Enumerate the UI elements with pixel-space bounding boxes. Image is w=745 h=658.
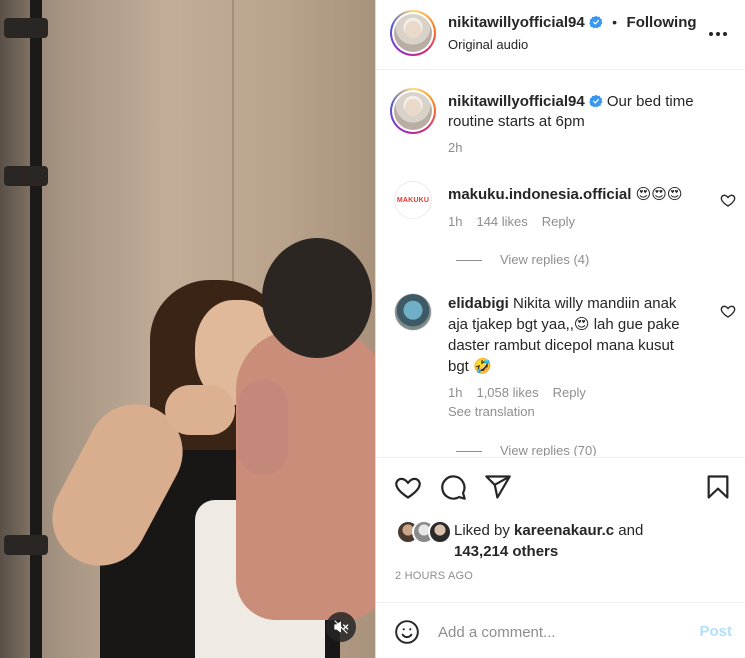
shower-pole-clamp	[4, 18, 48, 38]
heart-icon[interactable]	[720, 303, 736, 319]
likes-text: Liked by kareenakaur.c and 143,214 other…	[454, 520, 643, 562]
liked-by-label: Liked by	[454, 522, 510, 539]
header-user-line: nikitawillyofficial94 • Following	[448, 14, 697, 32]
shower-pole	[30, 0, 42, 658]
header-separator: •	[612, 14, 618, 30]
avatar	[428, 520, 452, 544]
action-bar	[376, 457, 745, 517]
liked-by-user[interactable]: kareenakaur.c	[514, 522, 614, 539]
post-media[interactable]	[0, 0, 375, 658]
caption-timestamp[interactable]: 2h	[448, 140, 462, 155]
author-avatar[interactable]	[390, 10, 436, 56]
add-comment-bar: Post	[376, 602, 745, 658]
emoji-icon[interactable]	[394, 619, 420, 645]
see-translation-link[interactable]: See translation	[448, 404, 535, 419]
likers-avatars[interactable]	[396, 520, 452, 544]
commenter-avatar[interactable]	[394, 293, 432, 331]
shower-pole-clamp	[4, 166, 48, 186]
baby-body	[236, 330, 375, 620]
view-replies-button[interactable]: View replies (4)	[456, 252, 589, 267]
view-replies-button[interactable]: View replies (70)	[456, 443, 597, 456]
original-audio-link[interactable]: Original audio	[448, 37, 528, 52]
woman-hand	[165, 385, 235, 435]
baby-arm	[238, 380, 288, 475]
post-button[interactable]: Post	[699, 623, 732, 640]
reply-button[interactable]: Reply	[553, 385, 586, 400]
comment-meta: 1h 1,058 likes Reply	[448, 385, 600, 400]
audio-muted-icon	[334, 620, 349, 634]
wall-shadow	[0, 0, 30, 658]
comment-icon[interactable]	[439, 473, 467, 501]
following-button[interactable]: Following	[627, 14, 697, 31]
bookmark-icon[interactable]	[704, 473, 732, 501]
verified-badge-icon	[588, 94, 603, 108]
share-icon[interactable]	[484, 473, 512, 501]
comment-input[interactable]	[438, 619, 678, 645]
baby-head	[262, 238, 372, 358]
commenter-avatar[interactable]: MAKUKU	[394, 181, 432, 219]
caption: nikitawillyofficial94 Our bed time routi…	[448, 92, 733, 132]
likes-others-count[interactable]: 143,214 others	[454, 543, 558, 560]
shower-pole-clamp	[4, 535, 48, 555]
commenter-username[interactable]: makuku.indonesia.official	[448, 186, 631, 203]
heart-icon[interactable]	[394, 473, 422, 501]
reply-button[interactable]: Reply	[542, 214, 575, 229]
likes-summary: Liked by kareenakaur.c and 143,214 other…	[376, 517, 745, 567]
comment-text: 😍😍😍	[635, 186, 683, 203]
heart-icon[interactable]	[720, 192, 736, 208]
comment-body: makuku.indonesia.official 😍😍😍	[448, 184, 698, 205]
likes-joiner: and	[618, 522, 644, 539]
comment-timestamp[interactable]: 1h	[448, 214, 462, 229]
comment-likes-count[interactable]: 1,058 likes	[476, 385, 538, 400]
more-options-icon	[709, 32, 727, 36]
mute-button[interactable]	[326, 612, 356, 642]
comment-meta: 1h 144 likes Reply	[448, 214, 589, 229]
verified-badge-icon	[588, 15, 603, 29]
comment-timestamp[interactable]: 1h	[448, 385, 462, 400]
comment-body: elidabigi Nikita willy mandiin anak aja …	[448, 293, 698, 377]
more-options-button[interactable]	[706, 22, 730, 46]
post-date[interactable]: 2 HOURS AGO	[395, 570, 473, 582]
commenter-username[interactable]: elidabigi	[448, 295, 509, 312]
caption-author-avatar[interactable]	[390, 88, 436, 134]
author-username[interactable]: nikitawillyofficial94	[448, 14, 585, 31]
comments-list[interactable]: nikitawillyofficial94 Our bed time routi…	[376, 71, 745, 456]
post-header: nikitawillyofficial94 • Following Origin…	[376, 0, 745, 70]
post-side-panel: nikitawillyofficial94 • Following Origin…	[375, 0, 745, 658]
makuku-logo: MAKUKU	[396, 196, 430, 204]
caption-username[interactable]: nikitawillyofficial94	[448, 93, 585, 110]
comment-likes-count[interactable]: 144 likes	[476, 214, 527, 229]
